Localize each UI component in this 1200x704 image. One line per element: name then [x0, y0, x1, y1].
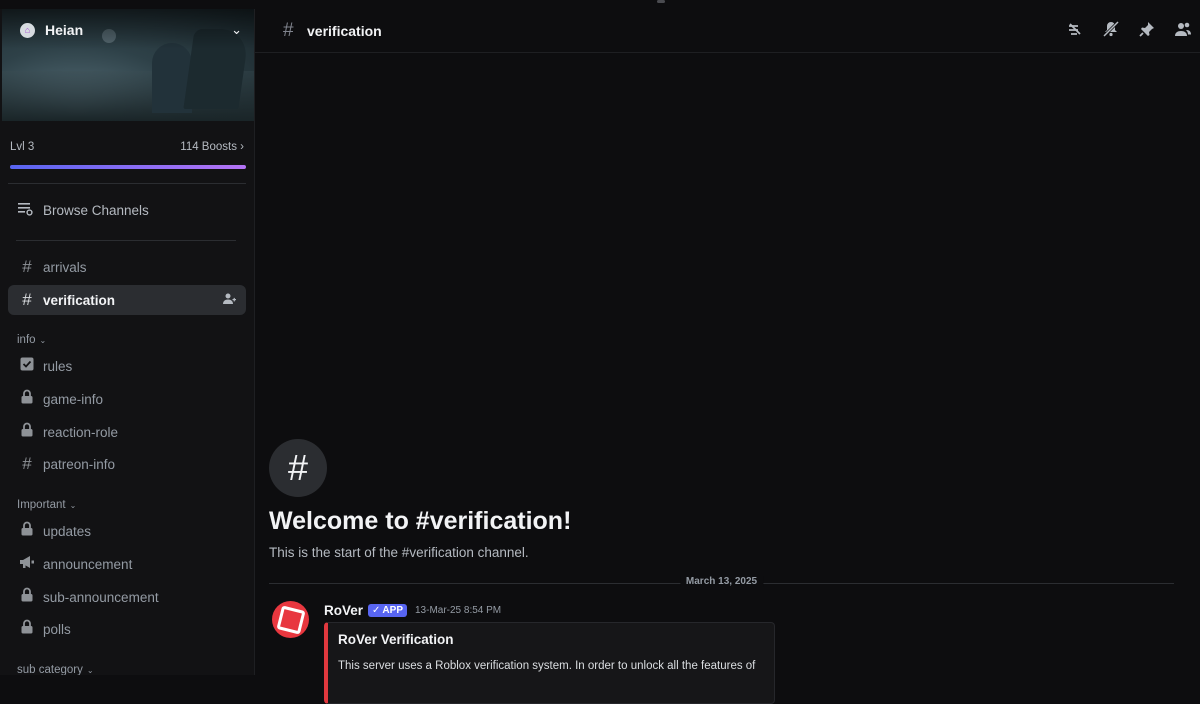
channel-label: game-info	[43, 391, 104, 407]
lock-icon	[18, 422, 36, 442]
boost-progress-bar	[10, 165, 246, 169]
browse-channels-label: Browse Channels	[43, 202, 149, 218]
lock-icon	[18, 587, 36, 607]
lock-icon	[18, 619, 36, 639]
category-important[interactable]: Important ⌄	[17, 499, 76, 511]
check-icon: ✓	[372, 605, 381, 616]
channel-label: arrivals	[43, 259, 87, 275]
channel-patreon-info[interactable]: # patreon-info	[8, 449, 246, 479]
channel-rules[interactable]: rules	[8, 351, 246, 381]
pin-icon[interactable]	[1136, 20, 1158, 42]
rover-logo-icon	[275, 604, 306, 635]
channel-verification[interactable]: # verification	[8, 285, 246, 315]
channel-reaction-role[interactable]: reaction-role	[8, 417, 246, 447]
embed-title: RoVer Verification	[338, 632, 454, 647]
window-top-strip	[0, 0, 1200, 9]
boost-count: 114 Boosts ›	[180, 141, 244, 153]
hash-icon: #	[22, 257, 32, 276]
server-home-icon: ⌂	[20, 22, 35, 38]
channel-label: polls	[43, 621, 71, 637]
channel-hash-icon: #	[269, 439, 327, 497]
chat-area: # verification # Welcome to #verificatio…	[255, 9, 1200, 704]
hash-icon: #	[22, 290, 32, 309]
browse-channels-icon	[18, 202, 36, 219]
message-author[interactable]: RoVer	[324, 603, 363, 618]
threads-icon[interactable]	[1064, 20, 1086, 42]
chevron-down-icon[interactable]: ⌄	[231, 22, 242, 38]
lock-icon	[18, 521, 36, 541]
channel-header: # verification	[255, 9, 1200, 53]
divider	[16, 240, 236, 241]
top-handle	[657, 0, 665, 3]
category-label: sub category	[17, 664, 83, 675]
boost-level: Lvl 3	[10, 141, 35, 153]
channel-label: reaction-role	[43, 424, 119, 440]
channel-label: sub-announcement	[43, 589, 159, 605]
browse-channels-button[interactable]: Browse Channels	[8, 198, 246, 222]
channel-game-info[interactable]: game-info	[8, 384, 246, 414]
mute-notifications-icon[interactable]	[1100, 20, 1122, 42]
chevron-down-icon: ⌄	[69, 500, 77, 510]
welcome-subtitle: This is the start of the #verification c…	[269, 545, 529, 560]
message-header: RoVer ✓ APP 13-Mar-25 8:54 PM	[324, 603, 501, 618]
channel-title: verification	[307, 23, 382, 39]
server-name: Heian	[45, 22, 84, 38]
category-label: info	[17, 334, 36, 346]
category-label: Important	[17, 499, 66, 511]
channel-label: verification	[43, 292, 116, 308]
welcome-title: Welcome to #verification!	[269, 507, 572, 535]
message-timestamp[interactable]: 13-Mar-25 8:54 PM	[415, 605, 501, 616]
message-embed: RoVer Verification This server uses a Ro…	[324, 622, 775, 704]
rover-avatar[interactable]	[272, 601, 309, 638]
megaphone-icon	[18, 554, 36, 574]
hash-icon: #	[283, 20, 294, 41]
channel-label: rules	[43, 358, 73, 374]
app-badge: ✓ APP	[368, 604, 407, 617]
date-label: March 13, 2025	[679, 576, 764, 587]
channel-label: announcement	[43, 556, 133, 572]
server-banner[interactable]: ⌂ Heian ⌄	[2, 9, 254, 121]
channel-label: patreon-info	[43, 456, 116, 472]
rules-icon	[18, 356, 36, 376]
category-sub-category[interactable]: sub category ⌄	[17, 664, 94, 675]
channel-sub-announcement[interactable]: sub-announcement	[8, 582, 246, 612]
channel-arrivals[interactable]: # arrivals	[8, 252, 246, 282]
hash-icon: #	[22, 454, 32, 473]
channel-polls[interactable]: polls	[8, 614, 246, 644]
category-info[interactable]: info ⌄	[17, 334, 46, 346]
server-header[interactable]: ⌂ Heian ⌄	[20, 22, 242, 38]
chevron-down-icon: ⌄	[39, 335, 47, 345]
divider	[8, 183, 246, 184]
add-member-icon[interactable]	[223, 293, 236, 308]
channel-sidebar: ⌂ Heian ⌄ Lvl 3 114 Boosts › Browse Chan…	[0, 9, 255, 675]
channel-announcement[interactable]: announcement	[8, 549, 246, 579]
embed-description: This server uses a Roblox verification s…	[338, 660, 756, 672]
channel-label: updates	[43, 523, 92, 539]
date-divider: March 13, 2025	[269, 576, 1174, 587]
chevron-down-icon: ⌄	[86, 665, 94, 675]
channel-updates[interactable]: updates	[8, 516, 246, 546]
member-list-icon[interactable]	[1172, 20, 1194, 42]
lock-icon	[18, 389, 36, 409]
